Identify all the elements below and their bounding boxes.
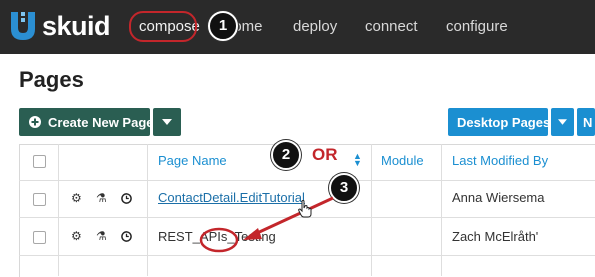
logo-mark-icon bbox=[11, 11, 35, 40]
header-divider bbox=[19, 180, 595, 181]
callout-3: 3 bbox=[329, 173, 359, 203]
flask-icon[interactable]: ⚗ bbox=[96, 191, 107, 205]
column-header-page-name[interactable]: Page Name bbox=[158, 153, 227, 168]
page-type-button-label: N bbox=[583, 115, 593, 130]
plus-circle-icon bbox=[29, 116, 41, 128]
page-name-cell[interactable]: REST_APIs_Testing bbox=[158, 229, 276, 244]
row-checkbox[interactable] bbox=[33, 193, 46, 206]
create-page-dropdown-button[interactable] bbox=[153, 108, 181, 136]
caret-down-icon bbox=[558, 119, 567, 125]
last-modified-by-cell: Zach McElråth' bbox=[452, 229, 539, 244]
gears-icon[interactable]: ⚙ bbox=[71, 191, 82, 205]
column-divider bbox=[371, 144, 372, 276]
column-divider bbox=[58, 144, 59, 276]
nav-deploy[interactable]: deploy bbox=[293, 18, 337, 36]
nav-connect[interactable]: connect bbox=[365, 18, 418, 36]
logo-text: skuid bbox=[42, 11, 111, 41]
column-divider bbox=[147, 144, 148, 276]
callout-1: 1 bbox=[208, 11, 238, 41]
desktop-pages-button[interactable]: Desktop Pages bbox=[448, 108, 551, 136]
flask-icon[interactable]: ⚗ bbox=[96, 229, 107, 243]
last-modified-by-cell: Anna Wiersema bbox=[452, 190, 545, 205]
clock-icon[interactable] bbox=[121, 193, 132, 204]
desktop-pages-dropdown-button[interactable] bbox=[551, 108, 574, 136]
nav-configure[interactable]: configure bbox=[446, 18, 508, 36]
sort-icon[interactable]: ▲ ▼ bbox=[353, 152, 362, 168]
page-title: Pages bbox=[19, 67, 84, 92]
skuid-logo[interactable]: skuid bbox=[8, 9, 111, 43]
column-header-last-modified-by[interactable]: Last Modified By bbox=[452, 153, 548, 168]
hand-pointer-icon bbox=[298, 200, 312, 218]
select-all-checkbox[interactable] bbox=[33, 155, 46, 168]
column-divider bbox=[441, 144, 442, 276]
gears-icon[interactable]: ⚙ bbox=[71, 229, 82, 243]
callout-2: 2 bbox=[271, 140, 301, 170]
create-new-page-button[interactable]: Create New Page bbox=[19, 108, 154, 136]
clock-icon[interactable] bbox=[121, 231, 132, 242]
compose-highlight-ring bbox=[129, 11, 197, 42]
create-new-page-label: Create New Page bbox=[48, 115, 154, 130]
desktop-pages-label: Desktop Pages bbox=[457, 115, 551, 130]
row-checkbox[interactable] bbox=[33, 231, 46, 244]
column-header-module[interactable]: Module bbox=[381, 153, 424, 168]
page-name-link[interactable]: ContactDetail.EditTutorial bbox=[158, 190, 305, 205]
caret-down-icon bbox=[162, 119, 172, 125]
page-type-button[interactable]: N bbox=[577, 108, 595, 136]
row-divider bbox=[19, 255, 595, 256]
or-annotation: OR bbox=[312, 145, 338, 164]
